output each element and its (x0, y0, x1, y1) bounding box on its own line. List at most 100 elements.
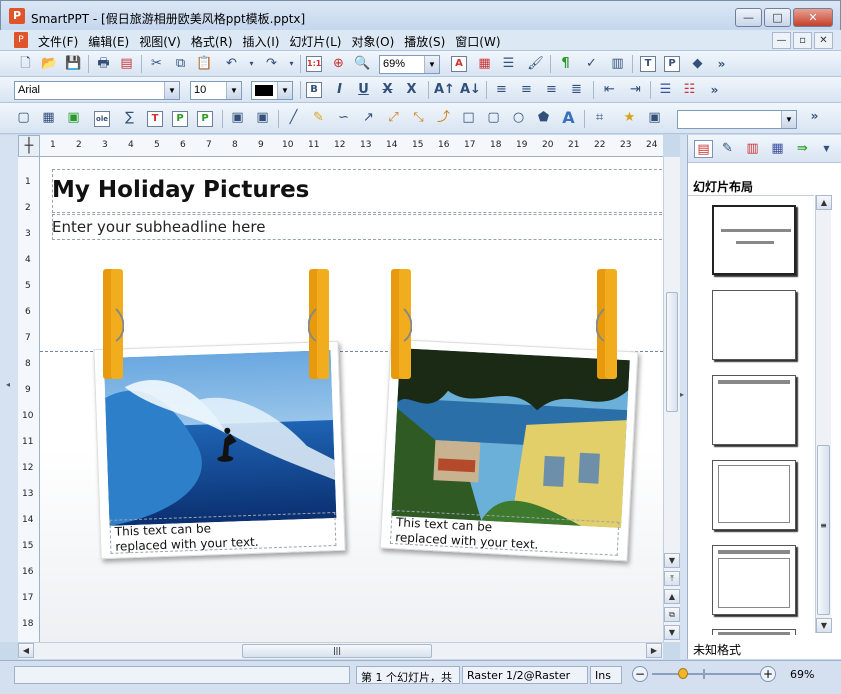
save-icon[interactable]: 💾 (64, 55, 83, 73)
slide-subtitle[interactable]: Enter your subheadline here (52, 218, 265, 236)
panel-collapse-arrow-icon[interactable]: ▸ (680, 390, 684, 399)
doc-minimize-button[interactable]: — (772, 32, 791, 49)
menu-format[interactable]: 格式(R) (189, 30, 241, 51)
h-scroll-thumb[interactable]: ||| (242, 644, 432, 658)
copy-icon[interactable]: ⧉ (171, 55, 190, 73)
print-icon[interactable]: 🖶 (94, 55, 113, 73)
justify-icon[interactable]: ≣ (567, 81, 586, 99)
menu-file[interactable]: 文件(F) (36, 30, 86, 51)
align-center-icon[interactable]: ≡ (517, 81, 536, 99)
vertical-scrollbar[interactable]: ▼ ⤒ ▲ ⧉ ▼ (663, 157, 680, 642)
zoom-fit-icon[interactable]: ⊕ (329, 55, 348, 73)
image-icon[interactable]: ▣ (64, 109, 83, 127)
font-size-select[interactable]: 10 ▼ (190, 81, 242, 100)
table-icon[interactable]: ▦ (39, 109, 58, 127)
spellcheck-icon[interactable]: ✓ (582, 55, 601, 73)
panel-menu-dropdown-icon[interactable]: ▼ (817, 140, 836, 158)
formula-icon[interactable]: ∑ (120, 109, 139, 127)
menu-insert[interactable]: 插入(I) (241, 30, 288, 51)
increase-indent-icon[interactable]: ⇥ (626, 81, 645, 99)
picture-box-icon[interactable]: P (172, 111, 188, 127)
ruler-corner-icon[interactable]: ┼ (18, 135, 40, 157)
insert-mode[interactable]: Ins (590, 666, 622, 684)
bullet-list-icon[interactable]: ☰ (656, 81, 675, 99)
plugin-box-icon[interactable]: P (197, 111, 213, 127)
rounded-rect-icon[interactable]: ▢ (484, 109, 503, 127)
zoom-out-icon[interactable]: − (632, 666, 648, 682)
shapes-icon[interactable]: ⬟ (534, 109, 553, 127)
menu-edit[interactable]: 编辑(E) (86, 30, 137, 51)
ole-object-icon[interactable]: ole (94, 111, 110, 127)
line-icon[interactable]: ╱ (284, 109, 303, 127)
toolbar-more-icon-3[interactable]: » (805, 107, 824, 125)
maximize-button[interactable]: □ (764, 8, 791, 27)
ungroup-icon[interactable]: ▣ (253, 109, 272, 127)
connector-icon[interactable]: ⤢ (384, 109, 403, 127)
minimize-button[interactable]: — (735, 8, 762, 27)
italic-icon[interactable]: I (330, 81, 349, 99)
paragraph-marks-icon[interactable]: ¶ (556, 55, 575, 73)
list-frame-icon[interactable]: ☰ (499, 55, 518, 73)
pdf-export-icon[interactable]: ▤ (117, 55, 136, 73)
select-frame-icon[interactable]: ▢ (14, 109, 33, 127)
group-icon[interactable]: ▣ (228, 109, 247, 127)
paste-icon[interactable]: 📋 (195, 55, 214, 73)
crop-icon[interactable]: ⌗ (590, 109, 609, 127)
prev-slide-icon[interactable]: ▲ (664, 589, 680, 604)
scroll-down-icon[interactable]: ▼ (664, 553, 680, 568)
decrease-indent-icon[interactable]: ⇤ (600, 81, 619, 99)
layers-icon[interactable]: ◆ (688, 55, 707, 73)
slide-canvas[interactable]: My Holiday Pictures Enter your subheadli… (40, 157, 663, 642)
text-frame-icon[interactable]: ▦ (475, 55, 494, 73)
undo-dropdown-icon[interactable]: ▾ (242, 55, 261, 73)
star-effects-icon[interactable]: ★ (620, 109, 639, 127)
elbow-connector-icon[interactable]: ⤡ (409, 109, 428, 127)
color-scheme-icon[interactable]: ▥ (743, 140, 762, 158)
redo-dropdown-icon[interactable]: ▾ (282, 55, 301, 73)
fontwork-icon[interactable]: A (559, 109, 578, 127)
scroll-left-icon[interactable]: ◀ (18, 643, 34, 658)
shadow-icon[interactable]: ▣ (645, 109, 664, 127)
rectangle-icon[interactable]: □ (459, 109, 478, 127)
align-left-icon[interactable]: ≡ (492, 81, 511, 99)
menu-view[interactable]: 视图(V) (137, 30, 189, 51)
numbered-list-icon[interactable]: ☷ (680, 81, 699, 99)
text-t-icon[interactable]: T (640, 56, 656, 72)
slide-nav-icon[interactable]: ⧉ (664, 607, 680, 622)
custom-animation-icon[interactable]: ✎ (718, 140, 737, 158)
transition-icon[interactable]: ⇛ (793, 140, 812, 158)
font-color-select[interactable]: ▼ (251, 81, 293, 100)
grow-font-icon[interactable]: A↑ (434, 81, 455, 99)
picture-p-icon[interactable]: P (664, 56, 680, 72)
layout-title-only[interactable] (712, 375, 796, 445)
menu-play[interactable]: 播放(S) (402, 30, 453, 51)
layout-partial[interactable] (712, 629, 796, 635)
bold-icon[interactable]: B (306, 82, 322, 98)
slide-title[interactable]: My Holiday Pictures (52, 177, 309, 203)
panel-scrollbar[interactable]: ▲ ≡ ▼ (815, 195, 832, 633)
menu-slide[interactable]: 幻灯片(L) (287, 30, 349, 51)
layout-content[interactable] (712, 460, 796, 530)
zoom-select[interactable]: 69% ▼ (379, 55, 440, 74)
doc-restore-button[interactable]: ▫ (793, 32, 812, 49)
layout-blank[interactable] (712, 290, 796, 360)
first-slide-icon[interactable]: ⤒ (664, 571, 680, 586)
panel-splitter[interactable]: ▸ (680, 135, 687, 659)
toolbar-more-icon-2[interactable]: » (705, 81, 724, 99)
toolbar-more-icon[interactable]: » (712, 55, 731, 73)
style-select[interactable]: ▼ (677, 110, 797, 129)
clear-format-icon[interactable]: X (402, 81, 421, 99)
zoom-slider-thumb[interactable] (678, 668, 688, 679)
cut-icon[interactable]: ✂ (147, 55, 166, 73)
panel-scroll-up-icon[interactable]: ▲ (816, 195, 832, 210)
strikethrough-icon[interactable]: X (378, 81, 397, 99)
scroll-right-icon[interactable]: ▶ (646, 643, 662, 658)
chart-insert-icon[interactable]: ▥ (608, 55, 627, 73)
align-right-icon[interactable]: ≡ (542, 81, 561, 99)
slide-design-icon[interactable]: ▦ (768, 140, 787, 158)
left-collapse-arrow-icon[interactable]: ◂ (6, 380, 10, 389)
zoom-slider-track[interactable] (652, 673, 762, 675)
shrink-font-icon[interactable]: A↓ (460, 81, 481, 99)
panel-scroll-down-icon[interactable]: ▼ (816, 618, 832, 633)
slide-layout-icon[interactable]: ▤ (694, 140, 713, 158)
